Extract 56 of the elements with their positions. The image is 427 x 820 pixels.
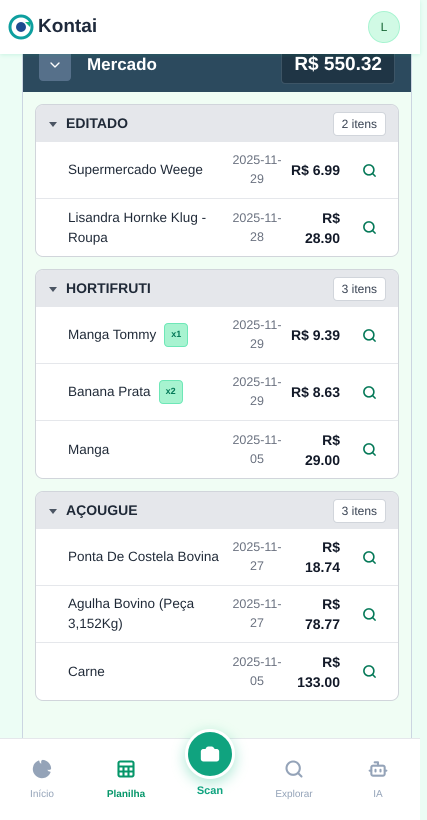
item-name: Agulha Bovino (Peça 3,152Kg) xyxy=(68,595,196,633)
pie-chart-icon xyxy=(32,759,52,779)
item-price: R$ 78.77 xyxy=(304,595,340,634)
item-price: R$ 9.39 xyxy=(290,326,340,345)
nav-tab[interactable]: IA xyxy=(346,759,410,802)
item-name: Lisandra Hornke Klug - Roupa xyxy=(68,208,208,247)
item-date: 2025-11-28 xyxy=(231,210,283,246)
item-date: 2025-11-05 xyxy=(231,432,283,468)
search-icon[interactable] xyxy=(362,550,376,564)
category-total: R$ 550.32 xyxy=(281,54,395,84)
nav-tab[interactable]: Planilha xyxy=(94,759,158,802)
search-icon[interactable] xyxy=(362,384,376,400)
nav-tab[interactable]: Início xyxy=(10,759,74,802)
quantity-badge: x1 xyxy=(164,323,188,347)
group-title: HORTIFRUTI xyxy=(66,279,151,298)
group-header[interactable]: HORTIFRUTI 3 itens xyxy=(36,270,398,307)
item-date: 2025-11-29 xyxy=(231,374,283,410)
search-icon[interactable] xyxy=(362,220,376,235)
item-date: 2025-11-29 xyxy=(231,152,283,188)
quantity-badge: x2 xyxy=(158,380,183,404)
item-name: Manga xyxy=(68,440,110,459)
item-price: R$ 8.63 xyxy=(290,383,340,402)
robot-icon xyxy=(368,759,388,779)
table-icon xyxy=(116,759,136,779)
group-header[interactable]: EDITADO 2 itens xyxy=(36,105,398,142)
item-price: R$ 28.90 xyxy=(304,208,340,248)
group-title: EDITADO xyxy=(66,114,128,133)
logo-icon xyxy=(8,14,34,40)
item-date: 2025-11-27 xyxy=(231,596,283,632)
brand-name: Kontai xyxy=(38,14,98,39)
item-date: 2025-11-05 xyxy=(231,654,283,690)
nav-tab[interactable]: Explorar xyxy=(262,759,326,802)
item-price: R$ 18.74 xyxy=(304,538,340,577)
item-name: Carne xyxy=(68,662,105,680)
search-icon[interactable] xyxy=(362,664,376,679)
search-icon xyxy=(284,759,304,779)
item-count: 2 itens xyxy=(332,112,386,136)
group-title: AÇOUGUE xyxy=(66,501,138,520)
item-price: R$ 29.00 xyxy=(304,430,340,470)
item-count: 3 itens xyxy=(332,498,386,522)
item-name: Banana Prata xyxy=(68,383,151,401)
group-header[interactable]: AÇOUGUE 3 itens xyxy=(36,492,398,529)
item-count: 3 itens xyxy=(332,276,386,300)
item-name: Supermercado Weege xyxy=(68,161,203,179)
item-price: R$ 6.99 xyxy=(290,161,340,180)
item-name: Manga Tommy xyxy=(68,326,156,344)
item-price: R$ 133.00 xyxy=(296,652,340,692)
search-icon[interactable] xyxy=(362,606,376,622)
category-title: Mercado xyxy=(87,54,157,76)
item-name: Ponta De Costela Bovina xyxy=(68,548,219,566)
search-icon[interactable] xyxy=(362,442,376,457)
avatar[interactable]: L xyxy=(368,11,400,43)
search-icon[interactable] xyxy=(362,328,376,342)
item-date: 2025-11-27 xyxy=(231,539,283,575)
item-date: 2025-11-29 xyxy=(231,317,283,353)
search-icon[interactable] xyxy=(362,162,376,178)
